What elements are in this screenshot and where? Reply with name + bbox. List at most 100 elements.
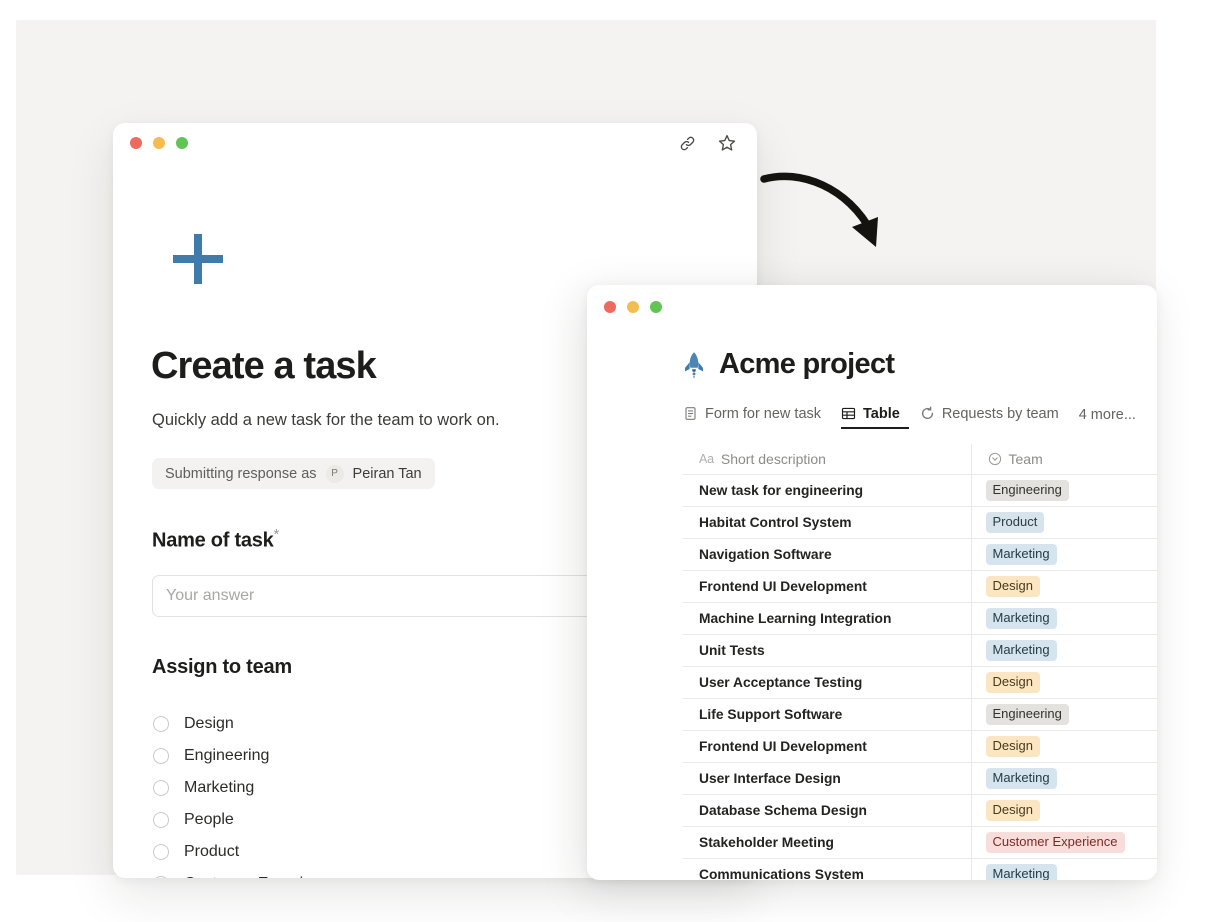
plus-icon (169, 230, 227, 288)
table-row[interactable]: Machine Learning Integration Marketing (683, 602, 1157, 635)
team-tag: Customer Experience (985, 831, 1125, 854)
team-tag: Design (985, 799, 1040, 822)
table-row[interactable]: Frontend UI Development Design (683, 730, 1157, 763)
tab-form-for-new-task[interactable]: Form for new task (683, 400, 830, 429)
cell-team[interactable]: Design (971, 666, 1157, 699)
minimize-window-button[interactable] (153, 137, 165, 149)
page-title: Create a task (151, 345, 377, 387)
cell-short-description[interactable]: Machine Learning Integration (683, 602, 972, 635)
tab-table[interactable]: Table (841, 400, 909, 429)
radio-circle-icon[interactable] (153, 844, 169, 860)
radio-option-label: Marketing (184, 779, 255, 796)
cell-team[interactable]: Design (971, 730, 1157, 763)
cell-short-description[interactable]: User Acceptance Testing (683, 666, 972, 699)
field-label-assign-to-team: Assign to team (152, 656, 292, 678)
radio-circle-icon[interactable] (153, 748, 169, 764)
cell-short-description[interactable]: Life Support Software (683, 698, 972, 731)
radio-option-row[interactable]: Product (153, 836, 483, 868)
radio-circle-icon[interactable] (153, 716, 169, 732)
cell-short-description[interactable]: Frontend UI Development (683, 570, 972, 603)
cell-short-description[interactable]: Stakeholder Meeting (683, 826, 972, 859)
table-row[interactable]: Database Schema Design Design (683, 794, 1157, 827)
radio-option-label: People (184, 811, 234, 828)
tab-requests-by-team[interactable]: Requests by team (920, 400, 1068, 429)
radio-option-row[interactable]: Marketing (153, 772, 483, 804)
cell-team[interactable]: Marketing (971, 602, 1157, 635)
tasks-table: Aa Short description Team New task for e… (683, 444, 1157, 880)
close-window-button[interactable] (604, 301, 616, 313)
column-header-team[interactable]: Team (971, 444, 1157, 475)
column-header-short-description[interactable]: Aa Short description (683, 444, 972, 475)
text-type-icon: Aa (699, 452, 714, 466)
tasks-table-body: New task for engineering Engineering Habit… (683, 474, 1157, 880)
form-window-actions (678, 133, 737, 153)
team-tag: Marketing (985, 863, 1057, 880)
radio-circle-icon[interactable] (153, 780, 169, 796)
cell-team[interactable]: Design (971, 570, 1157, 603)
radio-option-label: Product (184, 843, 240, 860)
chart-refresh-icon (920, 406, 935, 421)
radio-option-row[interactable]: Engineering (153, 740, 483, 772)
cell-short-description[interactable]: Database Schema Design (683, 794, 972, 827)
cell-short-description[interactable]: Habitat Control System (683, 506, 972, 539)
table-row[interactable]: Frontend UI Development Design (683, 570, 1157, 603)
tab-label: Requests by team (941, 405, 1059, 422)
cell-team[interactable]: Customer Experience (971, 826, 1157, 859)
radio-circle-icon[interactable] (153, 812, 169, 828)
table-row[interactable]: Unit Tests Marketing (683, 634, 1157, 667)
cell-short-description[interactable]: New task for engineering (683, 474, 972, 507)
maximize-window-button[interactable] (176, 137, 188, 149)
table-row[interactable]: Life Support Software Engineering (683, 698, 1157, 731)
table-row[interactable]: Navigation Software Marketing (683, 538, 1157, 571)
close-window-button[interactable] (130, 137, 142, 149)
cell-team[interactable]: Marketing (971, 634, 1157, 667)
cell-team[interactable]: Marketing (971, 538, 1157, 571)
radio-option-row[interactable]: Customer Experience (153, 868, 483, 878)
table-icon (841, 406, 856, 421)
column-header-label: Short description (720, 451, 826, 467)
table-row[interactable]: User Acceptance Testing Design (683, 666, 1157, 699)
cell-short-description[interactable]: Unit Tests (683, 634, 972, 667)
submitting-response-chip: Submitting response as P Peiran Tan (152, 458, 435, 489)
team-tag: Design (985, 735, 1040, 758)
tabs-overflow-button[interactable]: 4 more... (1079, 400, 1136, 429)
cell-short-description[interactable]: Communications System (683, 858, 972, 880)
radio-option-label: Customer Experience (184, 875, 338, 878)
avatar: P (325, 464, 344, 483)
table-row[interactable]: New task for engineering Engineering (683, 474, 1157, 507)
table-row[interactable]: Stakeholder Meeting Customer Experience (683, 826, 1157, 859)
maximize-window-button[interactable] (650, 301, 662, 313)
cell-team[interactable]: Engineering (971, 698, 1157, 731)
radio-option-label: Engineering (184, 747, 270, 764)
field-label-text: Name of task (152, 529, 274, 552)
cell-team[interactable]: Marketing (971, 858, 1157, 880)
team-tag: Design (985, 575, 1040, 598)
cell-short-description[interactable]: User Interface Design (683, 762, 972, 795)
acme-project-title: Acme project (719, 347, 895, 380)
cell-short-description[interactable]: Navigation Software (683, 538, 972, 571)
cell-team[interactable]: Marketing (971, 762, 1157, 795)
cell-short-description[interactable]: Frontend UI Development (683, 730, 972, 763)
cell-team[interactable]: Product (971, 506, 1157, 539)
radio-circle-icon[interactable] (153, 876, 169, 878)
team-tag: Marketing (985, 543, 1057, 566)
page-subtitle: Quickly add a new task for the team to w… (152, 411, 500, 429)
minimize-window-button[interactable] (627, 301, 639, 313)
tab-label: Form for new task (705, 405, 822, 422)
acme-window-traffic-lights[interactable] (604, 301, 662, 313)
form-icon (683, 406, 698, 421)
cell-team[interactable]: Design (971, 794, 1157, 827)
table-row[interactable]: Habitat Control System Product (683, 506, 1157, 539)
table-row[interactable]: Communications System Marketing (683, 858, 1157, 880)
team-tag: Design (985, 671, 1040, 694)
field-label-name-of-task: Name of task* (152, 526, 279, 553)
link-icon[interactable] (678, 134, 697, 153)
team-tag: Engineering (985, 703, 1069, 726)
radio-option-row[interactable]: Design (153, 708, 483, 740)
star-icon[interactable] (717, 133, 737, 153)
radio-option-row[interactable]: People (153, 804, 483, 836)
acme-title-row: Acme project (587, 341, 1157, 387)
form-window-traffic-lights[interactable] (130, 137, 188, 149)
cell-team[interactable]: Engineering (971, 474, 1157, 507)
table-row[interactable]: User Interface Design Marketing (683, 762, 1157, 795)
